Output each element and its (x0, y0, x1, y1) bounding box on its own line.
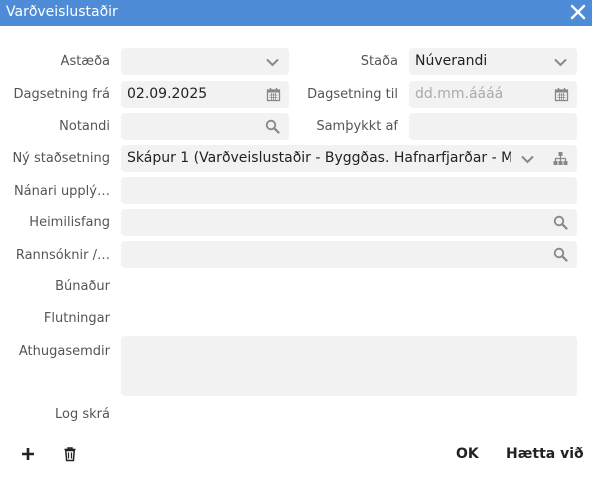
trash-icon[interactable] (62, 446, 78, 462)
chevron-down-icon (554, 58, 567, 67)
user-label: Notandi (59, 119, 110, 134)
date-to-label: Dagsetning til (307, 87, 398, 102)
approved-by-input[interactable] (409, 113, 577, 140)
search-icon[interactable] (553, 247, 568, 262)
state-value: Núverandi (415, 53, 488, 69)
details-label: Nánari upplý… (13, 184, 110, 199)
address-input[interactable] (121, 209, 577, 236)
reason-label: Ástæða (60, 54, 110, 69)
search-icon[interactable] (553, 215, 568, 230)
dialog-title: Varðveislustaðir (6, 4, 118, 20)
research-label: Rannsóknir /… (15, 248, 110, 263)
hierarchy-icon[interactable] (553, 151, 568, 166)
calendar-icon[interactable] (554, 87, 569, 102)
cancel-button[interactable]: Hætta við (506, 446, 584, 462)
date-from-input[interactable]: 02.09.2025 (121, 81, 289, 108)
state-label: Staða (360, 54, 398, 69)
add-icon[interactable] (20, 446, 36, 462)
equipment-label: Búnaður (55, 279, 110, 294)
address-label: Heimilisfang (29, 215, 110, 230)
search-icon[interactable] (265, 119, 280, 134)
approved-by-label: Samþykkt af (316, 119, 398, 134)
calendar-icon[interactable] (266, 87, 281, 102)
new-location-label: Ný staðsetning (12, 151, 110, 166)
date-to-placeholder: dd.mm.áááá (415, 86, 504, 102)
close-icon[interactable] (568, 2, 588, 22)
log-label: Log skrá (55, 407, 110, 422)
transport-label: Flutningar (43, 311, 110, 326)
user-input[interactable] (121, 113, 289, 140)
ok-button[interactable]: OK (456, 446, 479, 462)
details-input[interactable] (121, 177, 577, 204)
chevron-down-icon (266, 58, 279, 67)
notes-label: Athugasemdir (18, 344, 110, 359)
date-to-input[interactable]: dd.mm.áááá (409, 81, 577, 108)
state-select[interactable]: Núverandi (409, 48, 577, 75)
dialog-titlebar: Varðveislustaðir (0, 0, 592, 26)
date-from-value: 02.09.2025 (127, 86, 208, 102)
reason-select[interactable] (121, 48, 289, 75)
new-location-value: Skápur 1 (Varðveislustaðir - Byggðas. Ha… (127, 150, 511, 166)
new-location-select[interactable]: Skápur 1 (Varðveislustaðir - Byggðas. Ha… (121, 145, 577, 172)
research-input[interactable] (121, 241, 577, 268)
date-from-label: Dagsetning frá (13, 87, 110, 102)
chevron-down-icon[interactable] (520, 152, 535, 167)
notes-textarea[interactable] (121, 336, 577, 396)
